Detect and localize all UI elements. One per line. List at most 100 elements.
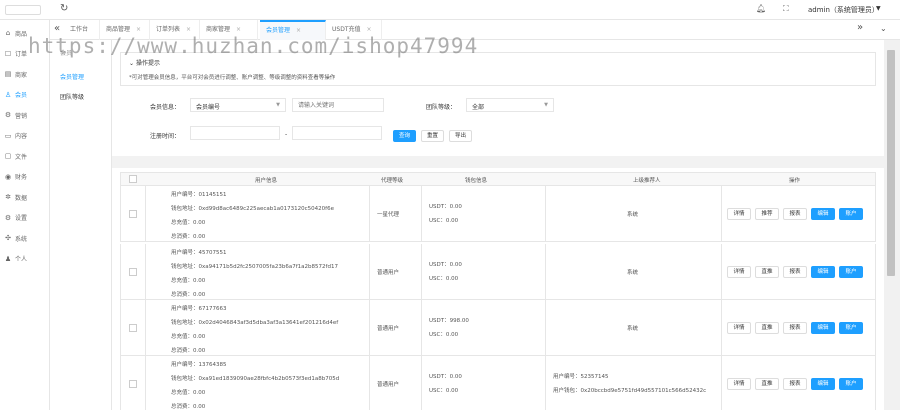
cell-divider <box>421 244 422 300</box>
sidebar-item-5[interactable]: ▭ 内容 <box>0 127 50 145</box>
hint-title[interactable]: ⌄ 操作提示 <box>129 58 160 67</box>
agent-level: 普通用户 <box>377 382 400 388</box>
row-action-0-button[interactable]: 详情 <box>727 266 751 278</box>
row-action-2-button[interactable]: 报表 <box>783 378 807 390</box>
reset-button[interactable]: 重置 <box>421 130 445 142</box>
user-info-line: 总充值：0.00 <box>171 390 206 396</box>
row-action-3-button[interactable]: 编辑 <box>811 266 835 278</box>
row-action-1-button[interactable]: 推荐 <box>755 208 779 220</box>
sidebar-item-label: 系统 <box>15 235 28 243</box>
user-info-line: 钱包地址：0x02d4046843af3d5dba3af3a13641ef201… <box>171 320 339 326</box>
row-action-3-button[interactable]: 编辑 <box>811 378 835 390</box>
user-info-line: 总消费：0.00 <box>171 348 206 354</box>
team-level-label: 团队等级： <box>426 104 457 111</box>
team-level-select[interactable]: 全部 ▼ <box>466 98 554 112</box>
search-button[interactable]: 查询 <box>393 130 417 142</box>
table-header: 用户信息 代理等级 钱包信息 上级推荐人 操作 <box>120 172 876 186</box>
user-info-line: 钱包地址：0xd99d8ac6489c225aecab1a0173120c504… <box>171 206 334 212</box>
user-info-line: 钱包地址：0xa94171b5d2fc2507005fa23b6a7f1a2b8… <box>171 264 338 270</box>
row-action-4-button[interactable]: 账户 <box>839 322 863 334</box>
close-icon[interactable]: × <box>367 26 372 33</box>
sidebar-item-2[interactable]: ▤ 商家 <box>0 65 50 83</box>
end-date-input[interactable] <box>292 126 382 140</box>
row-action-4-button[interactable]: 账户 <box>839 266 863 278</box>
row-checkbox[interactable] <box>129 324 137 332</box>
cell-divider <box>545 356 546 410</box>
start-date-input[interactable] <box>190 126 280 140</box>
row-action-1-button[interactable]: 直推 <box>755 378 779 390</box>
sidebar-item-label: 订单 <box>15 51 28 58</box>
member-field-select[interactable]: 会员编号 ▼ <box>190 98 286 112</box>
row-action-4-button[interactable]: 账户 <box>839 208 863 220</box>
row-action-2-button[interactable]: 报表 <box>783 208 807 220</box>
tab-prev-icon[interactable]: « <box>54 23 60 34</box>
sidebar-item-7[interactable]: ◉ 财务 <box>0 168 50 186</box>
row-action-4-button[interactable]: 账户 <box>839 378 863 390</box>
sidebar-item-10[interactable]: ✣ 系统 <box>0 229 50 247</box>
col-wallet-info: 钱包信息 <box>465 178 488 184</box>
row-action-1-button[interactable]: 直推 <box>755 322 779 334</box>
row-action-0-button[interactable]: 详情 <box>727 378 751 390</box>
tab-label: 商品管理 <box>106 26 131 33</box>
sidebar-item-label: 设置 <box>15 215 28 222</box>
col-user-info: 用户信息 <box>255 178 278 184</box>
sidebar-item-3[interactable]: ♙ 会员 <box>0 86 50 104</box>
row-checkbox[interactable] <box>129 380 137 388</box>
close-icon[interactable]: × <box>136 26 141 33</box>
cell-divider <box>721 300 722 356</box>
fullscreen-icon[interactable]: ⛶ <box>783 4 789 14</box>
select-all-checkbox[interactable] <box>129 175 137 183</box>
admin-window: ↻ 🔔︎ ⛶ admin（系统管理员） ▼ ⌂ 商品 ☐ 订单 ▤ 商家 ♙ 会员 ⚙ 营销 ▭ 内容… <box>0 0 900 410</box>
scroll-thumb[interactable] <box>887 50 895 276</box>
close-icon[interactable]: × <box>186 26 191 33</box>
content-icon: ▭ <box>4 131 12 140</box>
referrer-line: 系统 <box>627 270 639 276</box>
top-bar: ↻ 🔔︎ ⛶ admin（系统管理员） ▼ <box>0 0 900 20</box>
tab-next-icon[interactable]: » <box>857 22 863 33</box>
user-info-line: 用户编号：01145151 <box>171 192 227 198</box>
row-checkbox[interactable] <box>129 210 137 218</box>
shop-icon: ▤ <box>4 70 12 78</box>
home-icon: ⌂ <box>5 29 11 37</box>
current-user[interactable]: admin（系统管理员） <box>808 5 879 15</box>
refresh-icon[interactable]: ↻ <box>60 3 68 14</box>
referrer-line: 用户编号：52357145 <box>553 374 609 380</box>
sidebar-item-label: 内容 <box>15 133 28 140</box>
row-action-3-button[interactable]: 编辑 <box>811 208 835 220</box>
row-action-2-button[interactable]: 报表 <box>783 322 807 334</box>
sidebar-item-9[interactable]: ⚙ 设置 <box>0 209 50 227</box>
submenu-item-team-level[interactable]: 团队等级 <box>60 92 84 101</box>
submenu-item-member-manage[interactable]: 会员管理 <box>60 72 84 81</box>
sidebar-item-11[interactable]: ♟ 个人 <box>0 250 50 268</box>
row-action-1-button[interactable]: 直推 <box>755 266 779 278</box>
sidebar-item-4[interactable]: ⚙ 营销 <box>0 106 50 124</box>
member-info-label: 会员信息： <box>150 104 181 111</box>
cell-divider <box>545 186 546 242</box>
col-actions: 操作 <box>789 178 801 184</box>
vertical-scrollbar[interactable] <box>884 40 900 410</box>
bell-icon[interactable]: 🔔︎ <box>756 4 766 13</box>
sidebar: ⌂ 商品 ☐ 订单 ▤ 商家 ♙ 会员 ⚙ 营销 ▭ 内容 ▢ 文件 ◉ 财务 ✲ 数据 ⚙ 设置 ✣ 系统 ♟ 个人 <box>0 20 50 410</box>
tab-menu-icon[interactable]: ⌄ <box>880 24 887 33</box>
row-action-0-button[interactable]: 详情 <box>727 208 751 220</box>
close-icon[interactable]: × <box>296 27 301 34</box>
user-icon: ♙ <box>4 90 12 99</box>
sidebar-item-8[interactable]: ✲ 数据 <box>0 188 50 206</box>
section-divider <box>112 156 884 168</box>
row-action-3-button[interactable]: 编辑 <box>811 322 835 334</box>
keyword-input[interactable] <box>292 98 384 112</box>
row-checkbox[interactable] <box>129 268 137 276</box>
caret-down-icon[interactable]: ▼ <box>876 5 881 12</box>
wallet-line: USDT：998.00 <box>429 318 469 324</box>
sidebar-item-label: 文件 <box>15 153 28 161</box>
close-icon[interactable]: × <box>236 26 241 33</box>
export-button[interactable]: 导出 <box>449 130 473 142</box>
referrer-line: 用户钱包：0x20bccbd9e5751fd49d557101c566d5243… <box>553 388 707 394</box>
row-action-2-button[interactable]: 报表 <box>783 266 807 278</box>
tab-label: USDT充值 <box>332 26 361 33</box>
row-action-0-button[interactable]: 详情 <box>727 322 751 334</box>
chevron-down-icon: ▼ <box>276 102 280 108</box>
cell-divider <box>421 356 422 410</box>
table-row: 用户编号：13764385 钱包地址：0xa91ed1839090ae28fbfc… <box>120 356 876 410</box>
sidebar-item-6[interactable]: ▢ 文件 <box>0 147 50 165</box>
